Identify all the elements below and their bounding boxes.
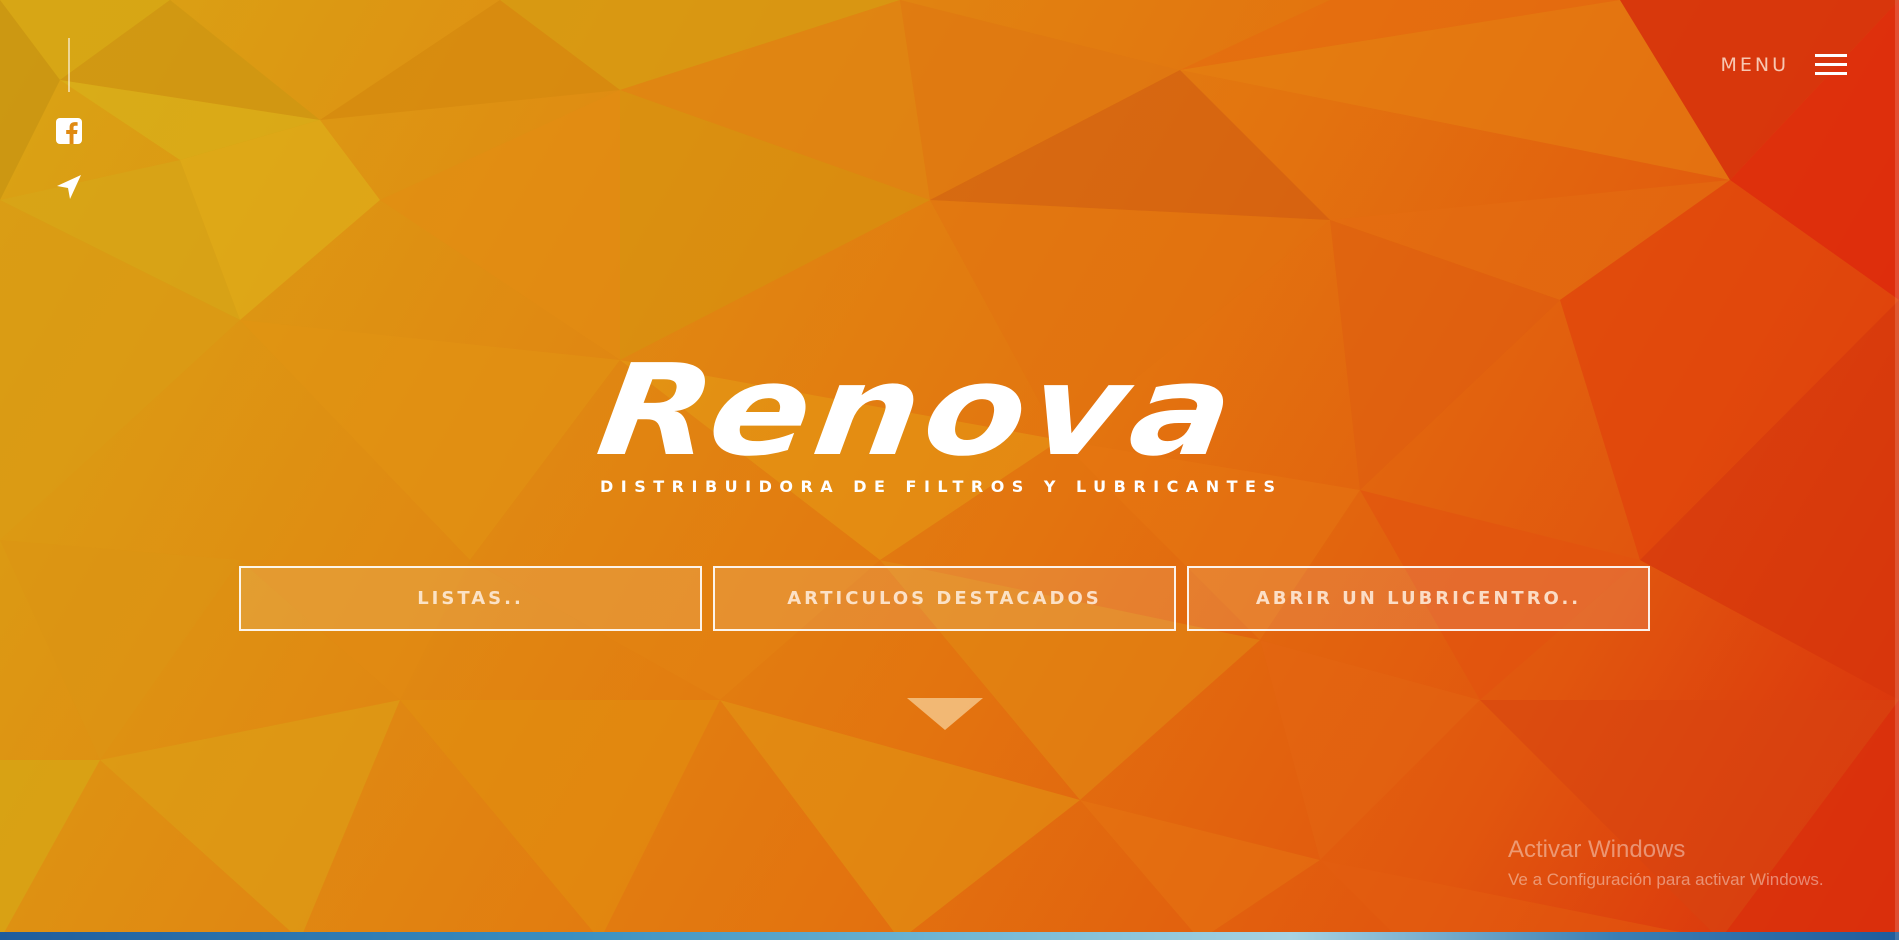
- hamburger-icon[interactable]: [1815, 48, 1847, 81]
- watermark-title: Activar Windows: [1508, 836, 1686, 863]
- hero-section: MENU Renova DISTRIBUIDORA DE FILTROS Y L…: [0, 0, 1899, 940]
- listas-button[interactable]: LISTAS..: [239, 566, 702, 631]
- logo-text: Renova: [589, 337, 1247, 484]
- next-section-edge: [0, 932, 1899, 940]
- windows-activation-watermark: Activar Windows Ve a Configuración para …: [1508, 836, 1824, 890]
- down-triangle-icon[interactable]: [907, 698, 983, 730]
- facebook-icon[interactable]: [54, 116, 84, 146]
- menu-label: MENU: [1720, 53, 1789, 76]
- scrollbar[interactable]: [1895, 0, 1899, 940]
- articulos-destacados-button[interactable]: ARTICULOS DESTACADOS: [713, 566, 1176, 631]
- menu-button[interactable]: MENU: [1720, 48, 1847, 81]
- watermark-subtitle: Ve a Configuración para activar Windows.: [1508, 870, 1824, 889]
- location-arrow-icon[interactable]: [54, 172, 84, 202]
- social-divider: [68, 38, 70, 92]
- brand-tagline: DISTRIBUIDORA DE FILTROS Y LUBRICANTES: [600, 477, 1283, 496]
- abrir-lubricentro-button[interactable]: ABRIR UN LUBRICENTRO..: [1187, 566, 1650, 631]
- brand-logo: Renova: [590, 337, 1310, 484]
